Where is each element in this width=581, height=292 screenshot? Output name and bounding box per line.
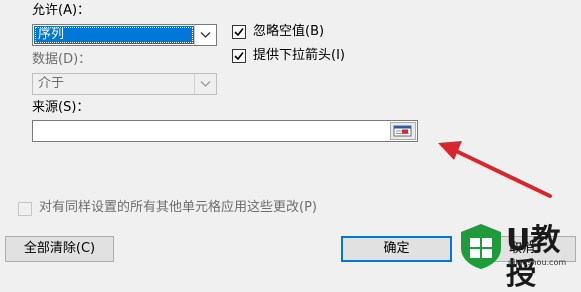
- allow-dropdown-button[interactable]: [194, 25, 216, 45]
- chevron-down-icon: [200, 81, 211, 87]
- apply-all-checkbox: [18, 202, 32, 216]
- checkmark-icon: [234, 28, 244, 37]
- watermark-logo: U教授 ujiaoshou.com: [458, 222, 581, 292]
- ignore-blank-label[interactable]: 忽略空值(B): [253, 23, 324, 41]
- apply-all-label: 对有同样设置的所有其他单元格应用这些更改(P): [39, 200, 317, 215]
- ok-button[interactable]: 确定: [341, 236, 452, 262]
- clear-all-button[interactable]: 全部清除(C): [5, 236, 114, 262]
- allow-select[interactable]: 序列: [32, 24, 217, 46]
- data-dropdown-button: [194, 74, 216, 94]
- data-label: 数据(D)：: [32, 52, 92, 67]
- range-select-button[interactable]: [390, 122, 416, 140]
- data-select: 介于: [32, 73, 217, 95]
- data-select-value: 介于: [38, 76, 65, 91]
- ignore-blank-checkbox[interactable]: [232, 25, 246, 39]
- red-arrow-icon: [438, 141, 552, 198]
- in-cell-dropdown-checkbox[interactable]: [232, 49, 246, 63]
- collapse-dialog-icon: [393, 125, 412, 137]
- allow-select-value: 序列: [34, 26, 194, 44]
- chevron-down-icon: [200, 32, 211, 38]
- allow-label: 允许(A)：: [32, 3, 91, 18]
- watermark-url: ujiaoshou.com: [508, 258, 567, 267]
- checkmark-icon: [234, 52, 244, 61]
- logo-shield-icon: [461, 224, 501, 269]
- in-cell-dropdown-label[interactable]: 提供下拉箭头(I): [253, 47, 345, 65]
- source-label: 来源(S)：: [32, 100, 90, 115]
- source-input[interactable]: [32, 120, 418, 142]
